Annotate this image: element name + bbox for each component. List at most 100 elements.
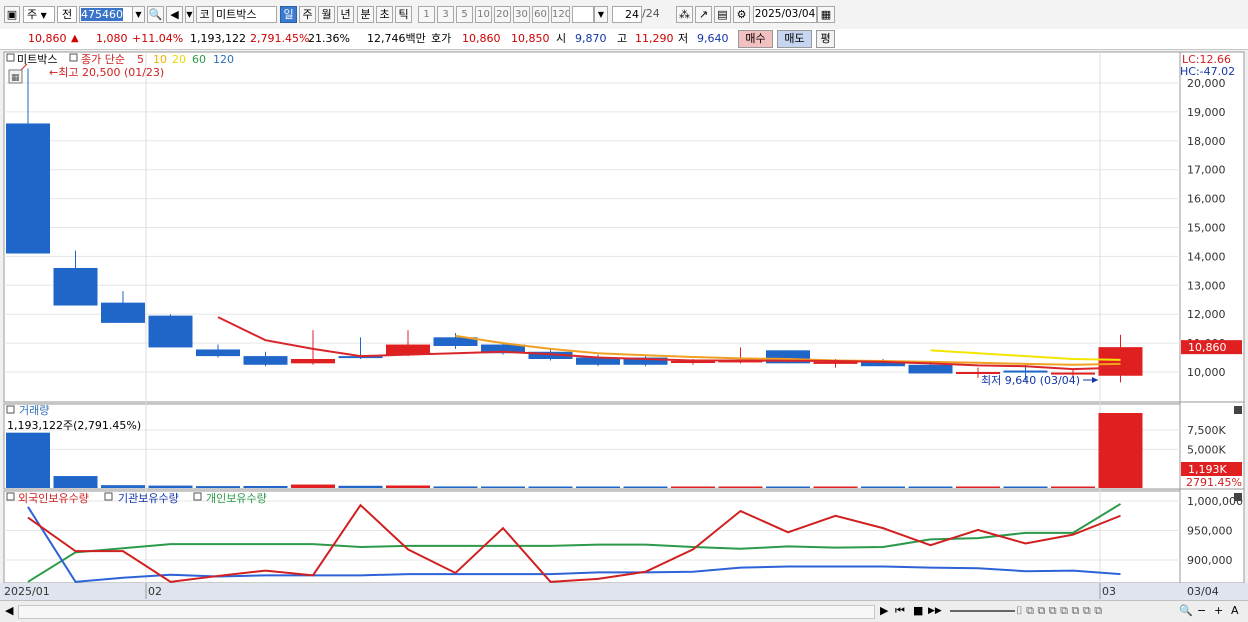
speaker-dropdown-icon[interactable]: ▼ — [185, 6, 194, 23]
interval-dropdown-icon[interactable]: ▼ — [594, 6, 608, 23]
code-dropdown-icon[interactable]: ▼ — [132, 6, 145, 23]
first-icon[interactable]: ⏮ — [895, 604, 905, 618]
drawing-tool-icon[interactable]: ↗ — [695, 6, 712, 23]
candle-up — [1098, 347, 1143, 376]
interval-30[interactable]: 30 — [513, 6, 530, 23]
scroll-left-icon[interactable]: ◀ — [5, 604, 13, 618]
candle-down — [196, 349, 240, 357]
search-icon[interactable]: 🔍 — [147, 6, 164, 23]
interval-custom-input[interactable] — [572, 6, 594, 23]
status-bar: ◀ ▶ ⏮ ■ ▶▶ ⌷ ⧉ ⧉ ⧉ ⧉ ⧉ ⧉ ⧉ 🔍 − + A — [0, 600, 1248, 622]
price-tick-label: 18,000 — [1187, 135, 1226, 148]
gear-icon[interactable]: ⚙ — [733, 6, 750, 23]
volume-bar — [338, 485, 383, 488]
period-select[interactable]: 주 ▼ — [23, 6, 55, 23]
interval-60[interactable]: 60 — [532, 6, 549, 23]
volume-bar — [1051, 486, 1095, 488]
hold-legend-box-icon — [193, 492, 202, 501]
evaluate-button[interactable]: 평 — [816, 30, 835, 48]
candle-up — [291, 358, 335, 364]
hc-label: HC:-47.02 — [1180, 65, 1235, 78]
legend-individual: 개인보유수량 — [206, 492, 267, 505]
legend-foreign: 외국인보유수량 — [18, 492, 89, 505]
volume-bar — [6, 432, 50, 488]
zoom-out-icon[interactable]: − — [1197, 604, 1206, 618]
calendar-icon[interactable]: ▦ — [817, 6, 835, 23]
fast-forward-icon[interactable]: ▶▶ — [928, 604, 942, 618]
ask-price: 10,860 — [462, 32, 501, 45]
open-label: 시 — [556, 32, 567, 45]
count-total: /24 — [642, 7, 660, 20]
code-value: 475460 — [81, 8, 123, 21]
candle-down — [148, 315, 193, 348]
zoom-search-icon[interactable]: 🔍 — [1179, 604, 1193, 618]
current-price: 10,860 — [28, 32, 67, 45]
compare-icon[interactable]: ⁂ — [676, 6, 693, 23]
period-tab-month[interactable]: 월 — [318, 6, 335, 23]
panel-close-icon[interactable] — [1234, 493, 1242, 501]
price-tick-label: 20,000 — [1187, 77, 1226, 90]
high-value: 11,290 — [635, 32, 674, 45]
trade-amount: 12,746백만 — [367, 32, 426, 45]
price-tick-label: 16,000 — [1187, 193, 1226, 206]
main-toolbar: ▣ 주 ▼ 전 475460 ▼ 🔍 ◀ ▼ 코 미트박스 일 주 월 년 분 … — [0, 0, 1248, 30]
candle-down — [908, 364, 953, 374]
tool-icons[interactable]: ⌷ ⧉ ⧉ ⧉ ⧉ ⧉ ⧉ ⧉ — [1016, 604, 1102, 618]
buy-button[interactable]: 매수 — [738, 30, 773, 48]
price-tick-label: 14,000 — [1187, 250, 1226, 263]
period-tab-second[interactable]: 초 — [376, 6, 393, 23]
candle-down — [1003, 370, 1048, 373]
period-tab-day[interactable]: 일 — [280, 6, 297, 23]
stock-name-field[interactable]: 미트박스 — [213, 6, 277, 23]
zoom-slider[interactable] — [950, 610, 1015, 612]
legend-ma20: 20 — [172, 53, 186, 66]
speaker-icon[interactable]: ◀ — [166, 6, 183, 23]
interval-120[interactable]: 120 — [551, 6, 570, 23]
volume-bar — [1098, 413, 1143, 488]
window-menu-icon[interactable]: ▣ — [4, 6, 20, 23]
code-input[interactable]: 475460 — [79, 6, 137, 23]
sell-button[interactable]: 매도 — [777, 30, 812, 48]
interval-1[interactable]: 1 — [418, 6, 435, 23]
legend-ma-prefix: 종가 단순 — [81, 53, 125, 66]
x-tick-label: 03/04 — [1187, 585, 1219, 598]
min-price-label: 최저 9,640 (03/04) — [981, 374, 1080, 387]
legend-ma60: 60 — [192, 53, 206, 66]
holdings-tick-label: 950,000 — [1187, 525, 1233, 538]
volume-bar — [861, 486, 905, 488]
play-icon[interactable]: ▶ — [880, 604, 888, 618]
holdings-tick-label: 900,000 — [1187, 554, 1233, 567]
volume-tick-label: 7,500K — [1187, 424, 1226, 437]
code-type-label: 코 — [196, 6, 213, 23]
interval-10[interactable]: 10 — [475, 6, 492, 23]
volume-bar — [291, 484, 335, 488]
open-value: 9,870 — [575, 32, 607, 45]
period-tab-minute[interactable]: 분 — [357, 6, 374, 23]
volume-bar — [196, 486, 240, 488]
volume-bar — [243, 485, 288, 488]
period-tab-year[interactable]: 년 — [337, 6, 354, 23]
volume-tag-text: 1,193K — [1188, 463, 1227, 476]
period-tab-tick[interactable]: 틱 — [395, 6, 412, 23]
panel-close-icon[interactable] — [1234, 406, 1242, 414]
stock-chart[interactable]: 10,00011,00012,00013,00014,00015,00016,0… — [0, 50, 1248, 600]
x-tick-label: 03 — [1102, 585, 1116, 598]
date-input[interactable]: 2025/03/04 — [753, 6, 817, 23]
interval-20[interactable]: 20 — [494, 6, 511, 23]
scrollbar-track[interactable] — [18, 605, 875, 619]
volume-bar — [813, 486, 858, 488]
count-input[interactable]: 24 — [612, 6, 642, 23]
price-tick-label: 12,000 — [1187, 308, 1226, 321]
save-icon[interactable]: ▤ — [714, 6, 731, 23]
zoom-in-icon[interactable]: + — [1214, 604, 1223, 618]
stop-icon[interactable]: ■ — [913, 604, 923, 618]
period-tab-week[interactable]: 주 — [299, 6, 316, 23]
volume-bar — [1003, 486, 1048, 488]
volume-bar — [433, 486, 478, 488]
candle-up — [386, 344, 430, 355]
prev-select[interactable]: 전 — [57, 6, 77, 23]
font-size-icon[interactable]: A — [1231, 604, 1239, 618]
change-pct-tag-text: 11.04% — [1188, 353, 1230, 366]
interval-3[interactable]: 3 — [437, 6, 454, 23]
interval-5[interactable]: 5 — [456, 6, 473, 23]
